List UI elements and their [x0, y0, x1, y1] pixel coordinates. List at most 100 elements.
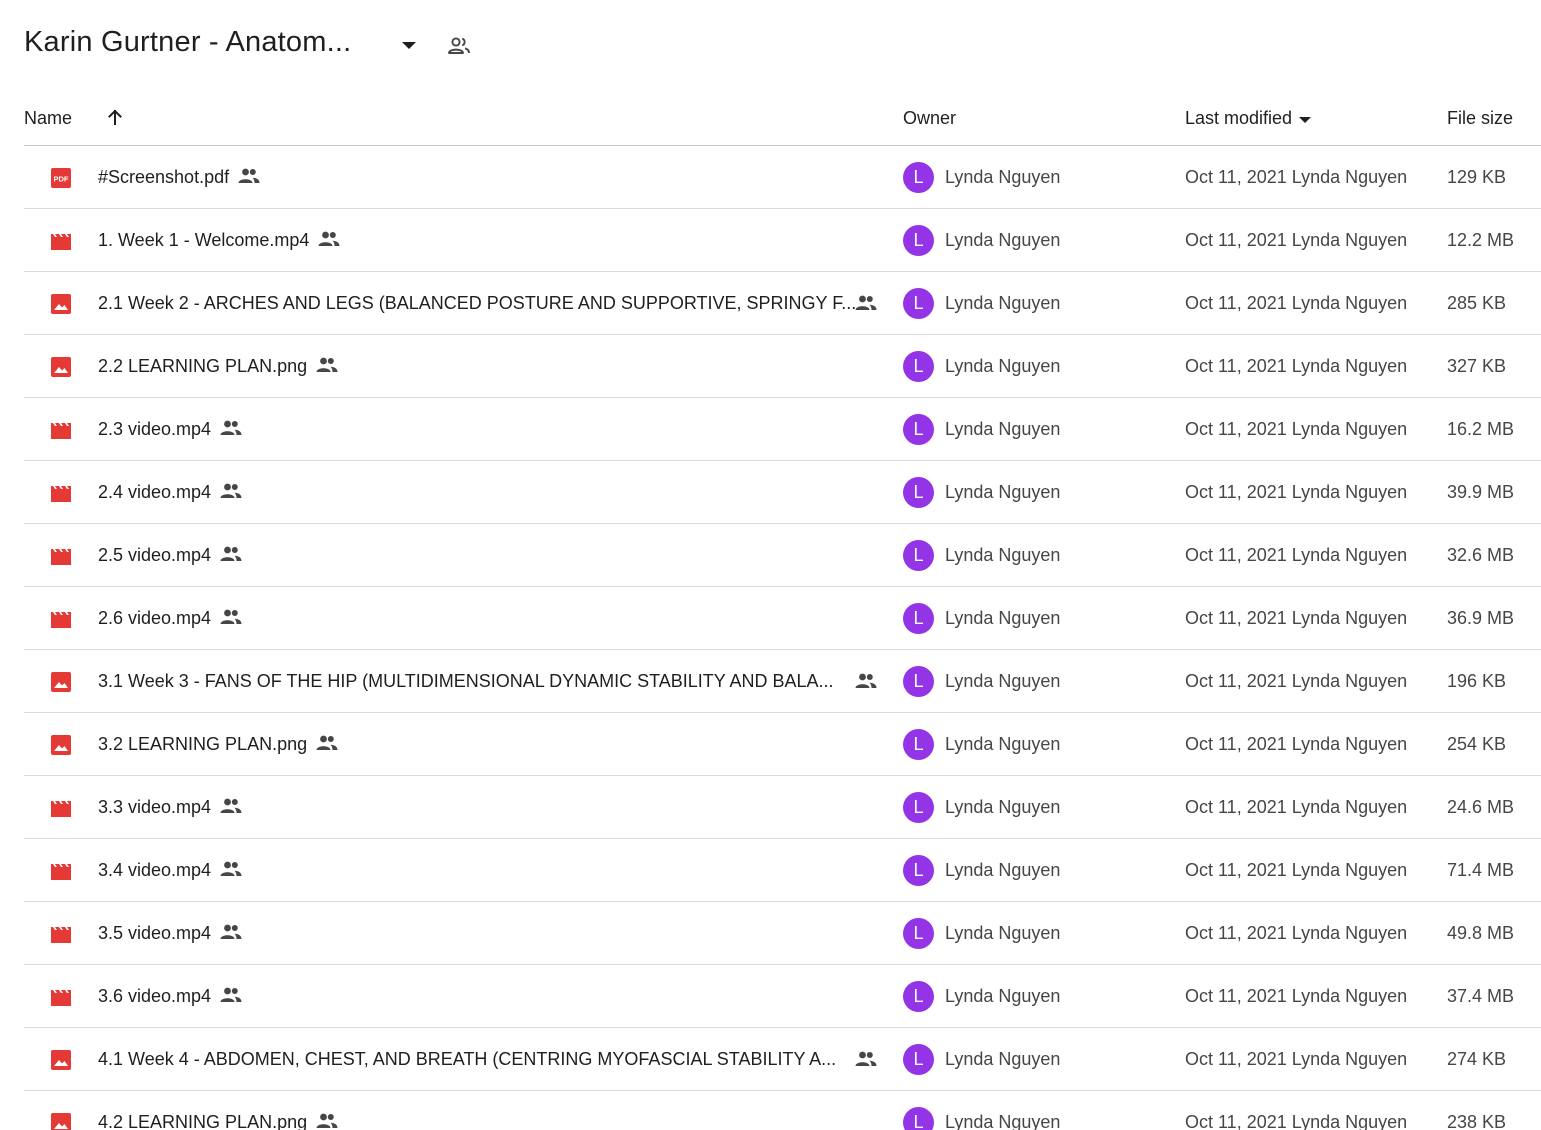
last-modified: Oct 11, 2021 Lynda Nguyen — [1185, 860, 1408, 880]
column-header-row: Name Owner Last modified File size — [24, 96, 1541, 146]
file-name[interactable]: 2.1 Week 2 - ARCHES AND LEGS (BALANCED P… — [98, 293, 856, 314]
owner-avatar[interactable]: L — [903, 792, 934, 823]
file-row[interactable]: 3.4 video.mp4 L Lynda Nguyen Oct 11, 2021 L… — [24, 839, 1541, 902]
column-owner-header[interactable]: Owner — [903, 108, 956, 129]
file-name-label: 2.4 video.mp4 — [98, 482, 212, 502]
owner-name: Lynda Nguyen — [945, 734, 1061, 754]
file-size: 36.9 MB — [1447, 608, 1515, 628]
file-size: 12.2 MB — [1447, 230, 1515, 250]
last-modified: Oct 11, 2021 Lynda Nguyen — [1185, 1112, 1408, 1130]
owner-avatar[interactable]: L — [903, 225, 934, 256]
file-row[interactable]: 2.6 video.mp4 L Lynda Nguyen Oct 11, 2021 L… — [24, 587, 1541, 650]
file-size: 32.6 MB — [1447, 545, 1515, 565]
column-name-header[interactable]: Name — [24, 108, 72, 129]
file-row[interactable]: 3.2 LEARNING PLAN.png L Lynda Nguyen Oct 11… — [24, 713, 1541, 776]
svg-text:PDF: PDF — [54, 175, 69, 184]
image-icon — [50, 671, 72, 693]
file-row[interactable]: 3.6 video.mp4 L Lynda Nguyen Oct 11, 2021 L… — [24, 965, 1541, 1028]
file-row[interactable]: 1. Week 1 - Welcome.mp4 L Lynda Nguyen Oct … — [24, 209, 1541, 272]
file-size: 274 KB — [1447, 1049, 1507, 1069]
sort-ascending-arrow-icon[interactable] — [102, 104, 128, 130]
shared-people-icon — [219, 859, 243, 879]
shared-people-icon — [317, 229, 341, 249]
file-name-label: 4.1 Week 4 - ABDOMEN, CHEST, AND BREATH … — [98, 1049, 837, 1069]
owner-avatar[interactable]: L — [903, 666, 934, 697]
file-name-label: 2.2 LEARNING PLAN.png — [98, 356, 308, 376]
last-modified: Oct 11, 2021 Lynda Nguyen — [1185, 482, 1408, 502]
column-last-modified-header[interactable]: Last modified — [1185, 108, 1312, 129]
owner-name: Lynda Nguyen — [945, 419, 1061, 439]
owner-avatar[interactable]: L — [903, 1044, 934, 1075]
file-name-label: 3.2 LEARNING PLAN.png — [98, 734, 308, 754]
owner-avatar[interactable]: L — [903, 855, 934, 886]
shared-people-icon — [219, 985, 243, 1005]
file-row[interactable]: PDF #Screenshot.pdf L Lynda Nguyen Oct 11, 2… — [24, 146, 1541, 209]
file-name[interactable]: 3.5 video.mp4 — [98, 923, 243, 944]
owner-avatar[interactable]: L — [903, 1107, 934, 1130]
file-name-label: 4.2 LEARNING PLAN.png — [98, 1112, 308, 1130]
owner-name: Lynda Nguyen — [945, 167, 1061, 187]
file-size: 254 KB — [1447, 734, 1507, 754]
file-row[interactable]: 2.2 LEARNING PLAN.png L Lynda Nguyen Oct 11… — [24, 335, 1541, 398]
file-name[interactable]: 2.3 video.mp4 — [98, 419, 243, 440]
chevron-down-icon[interactable] — [395, 30, 423, 62]
file-name[interactable]: 4.1 Week 4 - ABDOMEN, CHEST, AND BREATH … — [98, 1049, 836, 1070]
owner-avatar[interactable]: L — [903, 414, 934, 445]
owner-avatar[interactable]: L — [903, 288, 934, 319]
owner-name: Lynda Nguyen — [945, 797, 1061, 817]
last-modified: Oct 11, 2021 Lynda Nguyen — [1185, 608, 1408, 628]
owner-avatar[interactable]: L — [903, 540, 934, 571]
shared-folder-icon[interactable] — [444, 30, 474, 62]
last-modified: Oct 11, 2021 Lynda Nguyen — [1185, 1049, 1408, 1069]
last-modified: Oct 11, 2021 Lynda Nguyen — [1185, 671, 1408, 691]
file-name[interactable]: 1. Week 1 - Welcome.mp4 — [98, 230, 341, 251]
file-row[interactable]: 2.3 video.mp4 L Lynda Nguyen Oct 11, 2021 L… — [24, 398, 1541, 461]
caret-down-icon — [1298, 108, 1312, 129]
owner-name: Lynda Nguyen — [945, 230, 1061, 250]
owner-avatar[interactable]: L — [903, 477, 934, 508]
folder-title[interactable]: Karin Gurtner - Anatom... — [24, 26, 351, 59]
file-row[interactable]: 3.1 Week 3 - FANS OF THE HIP (MULTIDIMEN… — [24, 650, 1541, 713]
column-file-size-header[interactable]: File size — [1447, 108, 1513, 129]
owner-avatar[interactable]: L — [903, 351, 934, 382]
shared-people-icon — [219, 922, 243, 942]
drive-folder-view: Karin Gurtner - Anatom... Name Owner Las… — [0, 0, 1541, 1130]
file-name[interactable]: 3.2 LEARNING PLAN.png — [98, 734, 339, 755]
file-row[interactable]: 2.1 Week 2 - ARCHES AND LEGS (BALANCED P… — [24, 272, 1541, 335]
file-row[interactable]: 4.2 LEARNING PLAN.png L Lynda Nguyen Oct 11… — [24, 1091, 1541, 1130]
file-size: 39.9 MB — [1447, 482, 1515, 502]
owner-avatar[interactable]: L — [903, 162, 934, 193]
file-row[interactable]: 2.4 video.mp4 L Lynda Nguyen Oct 11, 2021 L… — [24, 461, 1541, 524]
file-size: 24.6 MB — [1447, 797, 1515, 817]
file-name[interactable]: 2.4 video.mp4 — [98, 482, 243, 503]
file-name-label: #Screenshot.pdf — [98, 167, 230, 187]
last-modified: Oct 11, 2021 Lynda Nguyen — [1185, 293, 1408, 313]
owner-avatar[interactable]: L — [903, 918, 934, 949]
file-name[interactable]: 4.2 LEARNING PLAN.png — [98, 1112, 339, 1130]
file-name[interactable]: 2.5 video.mp4 — [98, 545, 243, 566]
file-name[interactable]: 2.2 LEARNING PLAN.png — [98, 356, 339, 377]
file-name-label: 3.5 video.mp4 — [98, 923, 212, 943]
file-name[interactable]: 2.6 video.mp4 — [98, 608, 243, 629]
owner-avatar[interactable]: L — [903, 729, 934, 760]
last-modified: Oct 11, 2021 Lynda Nguyen — [1185, 230, 1408, 250]
file-row[interactable]: 2.5 video.mp4 L Lynda Nguyen Oct 11, 2021 L… — [24, 524, 1541, 587]
last-modified: Oct 11, 2021 Lynda Nguyen — [1185, 419, 1408, 439]
file-name[interactable]: 3.4 video.mp4 — [98, 860, 243, 881]
file-row[interactable]: 3.5 video.mp4 L Lynda Nguyen Oct 11, 2021 L… — [24, 902, 1541, 965]
video-icon — [50, 545, 72, 567]
owner-name: Lynda Nguyen — [945, 545, 1061, 565]
file-name-label: 3.1 Week 3 - FANS OF THE HIP (MULTIDIMEN… — [98, 671, 834, 691]
last-modified: Oct 11, 2021 Lynda Nguyen — [1185, 545, 1408, 565]
owner-name: Lynda Nguyen — [945, 860, 1061, 880]
video-icon — [50, 923, 72, 945]
owner-avatar[interactable]: L — [903, 603, 934, 634]
owner-avatar[interactable]: L — [903, 981, 934, 1012]
shared-people-icon — [219, 607, 243, 627]
file-row[interactable]: 3.3 video.mp4 L Lynda Nguyen Oct 11, 2021 L… — [24, 776, 1541, 839]
file-name[interactable]: 3.3 video.mp4 — [98, 797, 243, 818]
file-row[interactable]: 4.1 Week 4 - ABDOMEN, CHEST, AND BREATH … — [24, 1028, 1541, 1091]
file-name[interactable]: #Screenshot.pdf — [98, 167, 261, 188]
file-name[interactable]: 3.6 video.mp4 — [98, 986, 243, 1007]
file-name[interactable]: 3.1 Week 3 - FANS OF THE HIP (MULTIDIMEN… — [98, 671, 834, 692]
